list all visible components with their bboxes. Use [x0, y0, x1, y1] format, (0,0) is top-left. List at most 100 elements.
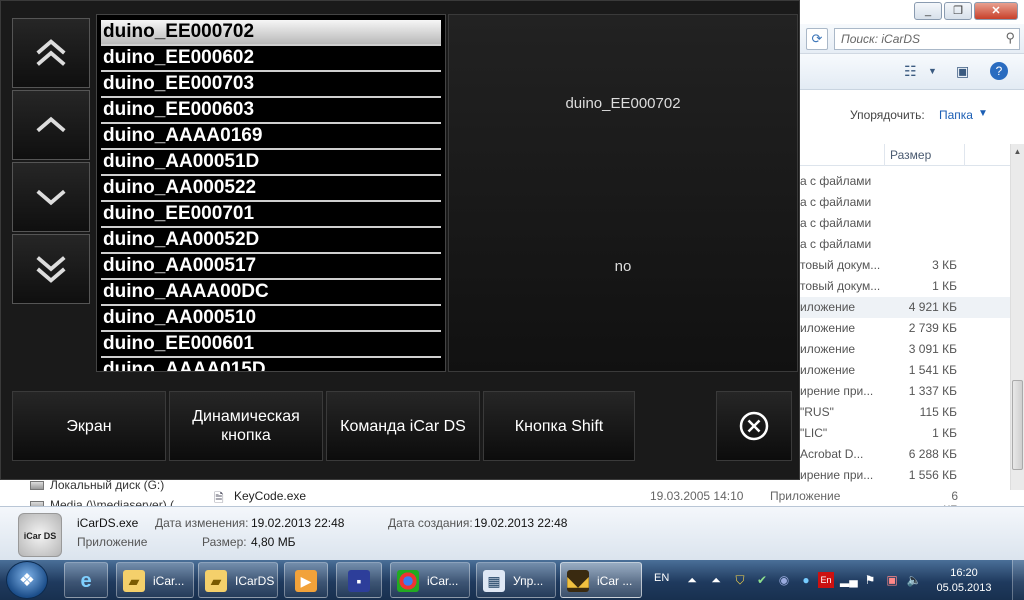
- file-row[interactable]: иложение 4 921 КБ: [800, 297, 1010, 318]
- refresh-icon[interactable]: ⟳: [806, 28, 828, 50]
- device-list-item[interactable]: duino_AAAA00DC: [101, 280, 441, 306]
- dynamic-button-label: Динамическая кнопка: [192, 408, 300, 444]
- icards-command-button[interactable]: Команда iCar DS: [326, 391, 480, 461]
- keyboard-layout-icon[interactable]: En: [818, 572, 834, 588]
- volume-icon[interactable]: 🔈: [906, 572, 922, 588]
- flag-icon[interactable]: ⚑: [862, 572, 878, 588]
- preview-pane-icon[interactable]: ▣: [956, 63, 969, 80]
- device-list-item[interactable]: duino_AA000517: [101, 254, 441, 280]
- maximize-button[interactable]: ❐: [944, 2, 972, 20]
- detail-size-value: 4,80 МБ: [251, 535, 296, 549]
- vertical-scrollbar[interactable]: ▲: [1010, 144, 1024, 490]
- dynamic-button[interactable]: Динамическая кнопка: [169, 391, 323, 461]
- nav-item-label: Локальный диск (G:): [50, 478, 165, 492]
- column-size[interactable]: Размер: [890, 148, 931, 162]
- network-icon[interactable]: ▂▄: [840, 572, 858, 588]
- file-type: ирение при...: [800, 384, 874, 398]
- page-down-button[interactable]: [12, 234, 90, 304]
- file-row[interactable]: товый докум... 1 КБ: [800, 276, 1010, 297]
- file-row[interactable]: а с файлами: [800, 192, 1010, 213]
- screen-button[interactable]: Экран: [12, 391, 166, 461]
- sort-value-button[interactable]: Папка: [939, 108, 973, 122]
- clock[interactable]: 16:20 05.05.2013: [932, 566, 996, 596]
- ie-icon: e: [80, 570, 92, 592]
- minimize-button[interactable]: _: [914, 2, 942, 20]
- device-list-item[interactable]: duino_AAAA0169: [101, 124, 441, 150]
- file-size: 6 288 КБ: [908, 447, 957, 461]
- device-list-item[interactable]: duino_AA000522: [101, 176, 441, 202]
- file-row[interactable]: товый докум... 3 КБ: [800, 255, 1010, 276]
- double-chevron-up-icon: [36, 39, 66, 66]
- file-row[interactable]: иложение 2 739 КБ: [800, 318, 1010, 339]
- taskbar-item[interactable]: ◣◢ iCar ...: [560, 562, 642, 598]
- scroll-down-button[interactable]: [12, 162, 90, 232]
- view-dropdown-icon[interactable]: ▼: [928, 66, 937, 76]
- save-taskbar-button[interactable]: ▪: [336, 562, 382, 598]
- device-list-item[interactable]: duino_EE000603: [101, 98, 441, 124]
- device-list-item[interactable]: duino_EE000701: [101, 202, 441, 228]
- device-list-item[interactable]: duino_AA00052D: [101, 228, 441, 254]
- page-up-button[interactable]: [12, 18, 90, 88]
- globe-icon[interactable]: ◉: [776, 572, 792, 588]
- ie-taskbar-button[interactable]: e: [64, 562, 108, 598]
- detail-value: no: [614, 258, 632, 275]
- device-list-item[interactable]: duino_AA00051D: [101, 150, 441, 176]
- taskbar-item[interactable]: ▰ iCar...: [116, 562, 194, 598]
- file-row[interactable]: "RUS" 115 КБ: [800, 402, 1010, 423]
- bluetooth-icon[interactable]: ●: [798, 572, 814, 588]
- taskbar-item[interactable]: ▰ ICarDS: [198, 562, 278, 598]
- floppy-icon: ▪: [348, 570, 370, 592]
- search-icon: ⚲: [1005, 30, 1015, 45]
- detail-panel: duino_EE000702 no: [448, 14, 798, 372]
- file-row[interactable]: ирение при... 1 337 КБ: [800, 381, 1010, 402]
- file-type: Acrobat D...: [800, 447, 864, 461]
- chevron-up-icon: [36, 116, 66, 133]
- device-icon[interactable]: ▣: [884, 572, 900, 588]
- taskbar-item-label: ICarDS: [235, 574, 275, 588]
- device-list-item[interactable]: duino_EE000602: [101, 46, 441, 72]
- nav-item-local-disk-g[interactable]: Локальный диск (G:): [30, 478, 180, 496]
- tray-up-icon[interactable]: ⏶: [684, 572, 700, 588]
- file-row[interactable]: ирение при... 1 556 КБ: [800, 465, 1010, 486]
- file-row[interactable]: "LIC" 1 КБ: [800, 423, 1010, 444]
- folder-icon: ▰: [205, 570, 227, 592]
- taskbar: ❖ e ▰ iCar... ▰ ICarDS iCar... ▦ Упр... ◣◢ iCar …: [0, 560, 1024, 600]
- drive-icon: [30, 481, 44, 491]
- sort-dropdown-icon[interactable]: ▼: [978, 108, 988, 119]
- scroll-up-icon[interactable]: ▲: [1011, 144, 1024, 160]
- file-row[interactable]: а с файлами: [800, 213, 1010, 234]
- scrollbar-thumb[interactable]: [1012, 380, 1023, 470]
- device-list-item[interactable]: duino_AAAA015D: [101, 358, 441, 371]
- show-desktop-button[interactable]: [1012, 560, 1024, 600]
- window-close-button[interactable]: ✕: [974, 2, 1018, 20]
- file-type: "RUS": [800, 405, 834, 419]
- scroll-up-button[interactable]: [12, 90, 90, 160]
- device-list-item[interactable]: duino_AA000510: [101, 306, 441, 332]
- media-player-taskbar-button[interactable]: ▶: [284, 562, 328, 598]
- file-row[interactable]: иложение 1 541 КБ: [800, 360, 1010, 381]
- start-button[interactable]: ❖: [6, 561, 48, 599]
- taskbar-item-label: Упр...: [513, 574, 544, 588]
- device-list-item[interactable]: duino_EE000703: [101, 72, 441, 98]
- column-separator[interactable]: [964, 144, 965, 166]
- device-list-item[interactable]: duino_EE000702: [101, 20, 441, 46]
- file-row[interactable]: Acrobat D... 6 288 КБ: [800, 444, 1010, 465]
- file-row[interactable]: а с файлами: [800, 171, 1010, 192]
- device-list-item[interactable]: duino_EE000601: [101, 332, 441, 358]
- file-row-keycode[interactable]: 🗎 KeyCode.exe 19.03.2005 14:10 Приложени…: [214, 487, 1014, 517]
- tray-arrow-icon[interactable]: ⏶: [708, 572, 724, 588]
- column-separator[interactable]: [884, 144, 885, 166]
- check-icon[interactable]: ✔: [754, 572, 770, 588]
- file-row[interactable]: иложение 3 091 КБ: [800, 339, 1010, 360]
- file-row[interactable]: а с файлами: [800, 234, 1010, 255]
- file-type: а с файлами: [800, 237, 872, 251]
- search-input[interactable]: Поиск: iCarDS ⚲: [834, 28, 1020, 50]
- taskbar-item[interactable]: ▦ Упр...: [476, 562, 556, 598]
- shield-icon[interactable]: ⛉: [732, 572, 748, 588]
- language-indicator[interactable]: EN: [654, 572, 669, 584]
- view-icon[interactable]: ☷: [904, 63, 917, 80]
- help-icon[interactable]: ?: [990, 62, 1008, 80]
- close-button[interactable]: [716, 391, 792, 461]
- shift-button[interactable]: Кнопка Shift: [483, 391, 635, 461]
- taskbar-item[interactable]: iCar...: [390, 562, 470, 598]
